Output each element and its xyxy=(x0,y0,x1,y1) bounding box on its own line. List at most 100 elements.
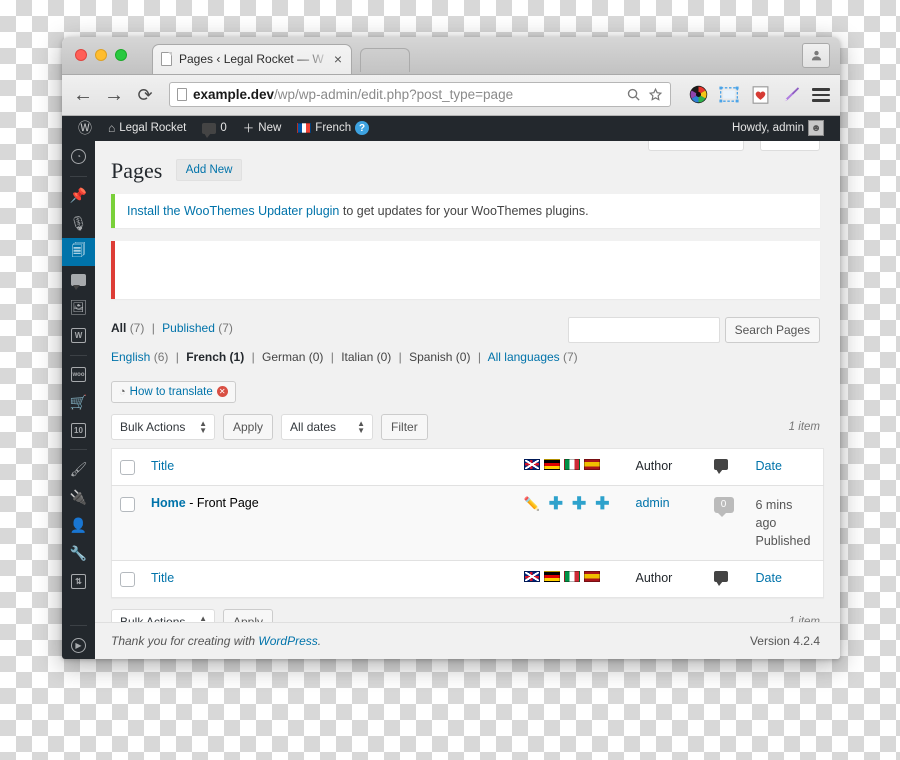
spain-flag-icon[interactable] xyxy=(583,571,600,583)
browser-tab[interactable]: Pages ‹ Legal Rocket — W × xyxy=(152,43,352,74)
bulk-actions-select-top[interactable]: Bulk Actions ▲ ▼ xyxy=(111,413,215,440)
pocket-heart-icon[interactable] xyxy=(750,85,770,105)
close-tab-icon[interactable]: × xyxy=(331,52,345,66)
italy-flag-icon[interactable] xyxy=(563,571,580,583)
maximize-window-button[interactable] xyxy=(115,49,127,61)
home-icon: ⌂ xyxy=(108,121,116,136)
minimize-window-button[interactable] xyxy=(95,49,107,61)
row-title-link[interactable]: Home xyxy=(151,496,186,510)
browser-tab-title: Pages ‹ Legal Rocket — W xyxy=(179,52,324,67)
status-link-published[interactable]: Published xyxy=(162,321,215,335)
date-footer-link[interactable]: Date xyxy=(756,571,782,585)
sidebar-item-posts[interactable]: 📌 xyxy=(62,182,95,210)
sidebar-item-media-audio[interactable]: 🎙 xyxy=(62,210,95,238)
add-translation-german-icon[interactable]: ✚ xyxy=(549,495,563,512)
color-wheel-icon[interactable] xyxy=(688,85,708,105)
comments-menu[interactable]: 0 xyxy=(194,122,234,138)
sidebar-item-w-plugin[interactable]: W xyxy=(62,322,95,350)
pencil-icon[interactable]: ✏️ xyxy=(524,496,540,512)
help-tab[interactable] xyxy=(760,140,820,151)
language-menu[interactable]: French ? xyxy=(289,121,377,136)
back-button[interactable]: ← xyxy=(72,85,94,105)
filter-button[interactable]: Filter xyxy=(381,413,428,440)
language-link-german[interactable]: German xyxy=(262,350,305,364)
title-header-link[interactable]: Title xyxy=(151,459,174,473)
add-translation-italian-icon[interactable]: ✚ xyxy=(572,495,586,512)
hamburger-menu-icon[interactable] xyxy=(812,88,830,102)
language-link-all[interactable]: All languages xyxy=(488,350,560,364)
how-to-translate-button[interactable]: ◔ How to translate ✕ xyxy=(111,380,236,403)
wp-logo-menu[interactable]: Ⓦ xyxy=(70,121,100,135)
sidebar-item-settings[interactable]: ⇅ xyxy=(62,567,95,595)
sidebar-item-media[interactable]: 🖼 xyxy=(62,294,95,322)
italy-flag-icon[interactable] xyxy=(563,458,580,470)
close-icon[interactable]: ✕ xyxy=(216,386,228,398)
new-content-menu[interactable]: ＋ New xyxy=(235,120,290,136)
date-header-link[interactable]: Date xyxy=(756,459,782,473)
site-name-menu[interactable]: ⌂ Legal Rocket xyxy=(100,121,194,135)
language-link-french[interactable]: French xyxy=(186,350,226,364)
screen-options-tab[interactable] xyxy=(648,140,744,151)
close-window-button[interactable] xyxy=(75,49,87,61)
sidebar-item-tools[interactable]: 🔧 xyxy=(62,539,95,567)
row-checkbox[interactable] xyxy=(120,496,135,512)
install-updater-link[interactable]: Install the WooThemes Updater plugin xyxy=(127,204,339,218)
germany-flag-icon[interactable] xyxy=(543,458,560,470)
search-pages-button[interactable]: Search Pages xyxy=(724,316,820,343)
row-author-link[interactable]: admin xyxy=(636,496,670,510)
sidebar-item-plugins[interactable]: 🔌 xyxy=(62,483,95,511)
sidebar-item-events[interactable]: 10 xyxy=(62,416,95,444)
reload-button[interactable]: ⟳ xyxy=(134,86,156,104)
comment-count-bubble[interactable]: 0 xyxy=(713,496,734,517)
screenshot-icon[interactable] xyxy=(719,85,739,105)
new-tab-button[interactable] xyxy=(360,47,410,72)
address-bar[interactable]: example.dev/wp/wp-admin/edit.php?post_ty… xyxy=(169,82,671,108)
title-footer-link[interactable]: Title xyxy=(151,571,174,585)
select-all-checkbox[interactable] xyxy=(120,459,135,475)
sidebar-item-appearance[interactable]: 🖌 xyxy=(62,455,95,483)
pen-icon[interactable] xyxy=(781,85,801,105)
search-icon[interactable] xyxy=(626,87,641,102)
add-translation-spanish-icon[interactable]: ✚ xyxy=(595,495,609,512)
germany-flag-icon[interactable] xyxy=(543,571,560,583)
title-header: Title xyxy=(143,448,516,486)
row-title-cell: Home - Front Page xyxy=(143,485,516,561)
add-new-button[interactable]: Add New xyxy=(175,158,243,181)
comments-footer xyxy=(705,560,748,598)
error-notice xyxy=(111,240,820,299)
spain-flag-icon[interactable] xyxy=(583,458,600,470)
sidebar-item-comments[interactable] xyxy=(62,266,95,294)
select-all-checkbox-footer[interactable] xyxy=(120,572,135,588)
wordpress-link[interactable]: WordPress xyxy=(258,634,317,648)
status-link-all[interactable]: All xyxy=(111,321,126,335)
sidebar-item-users[interactable]: 👤 xyxy=(62,511,95,539)
uk-flag-icon[interactable] xyxy=(523,458,540,470)
profile-button[interactable] xyxy=(802,43,830,68)
search-input[interactable] xyxy=(567,316,720,343)
date-filter-select[interactable]: All dates ▲ ▼ xyxy=(281,413,374,440)
help-icon[interactable]: ? xyxy=(355,121,370,136)
language-link-italian[interactable]: Italian xyxy=(341,350,373,364)
sidebar-item-products[interactable]: 🛒 xyxy=(62,389,95,417)
chevron-updown-icon: ▲▼ xyxy=(357,418,366,435)
calendar-icon: 10 xyxy=(71,422,86,438)
browser-toolbar: ← → ⟳ example.dev/wp/wp-admin/edit.php?p… xyxy=(62,74,840,116)
admin-sidebar-menu: ◔ 📌 🎙 🗐 🖼 W woo 🛒 10 🖌 🔌 👤 🔧 ⇅ ▶ xyxy=(62,140,95,659)
pages-table-body: Home - Front Page ✏️ ✚ ✚ ✚ admin 0 6 min… xyxy=(111,485,824,561)
forward-button[interactable]: → xyxy=(103,85,125,105)
sidebar-item-dashboard[interactable]: ◔ xyxy=(62,143,95,171)
sidebar-item-woo-plugin[interactable]: woo xyxy=(62,361,95,389)
my-account-menu[interactable]: Howdy, admin ☻ xyxy=(724,120,832,137)
status-count-published: (7) xyxy=(218,320,233,335)
sidebar-item-pages[interactable]: 🗐 xyxy=(62,237,95,266)
collapse-menu-button[interactable]: ▶ xyxy=(62,631,95,659)
user-icon: 👤 xyxy=(69,516,88,533)
footer-thanks-post: . xyxy=(317,634,322,648)
row-date-relative: 6 mins xyxy=(755,497,793,512)
language-link-spanish[interactable]: Spanish xyxy=(409,350,452,364)
apply-button-top[interactable]: Apply xyxy=(223,413,274,440)
language-link-english[interactable]: English xyxy=(111,350,150,364)
star-icon[interactable] xyxy=(648,87,663,102)
uk-flag-icon[interactable] xyxy=(523,571,540,583)
language-count-all: (7) xyxy=(563,349,578,364)
